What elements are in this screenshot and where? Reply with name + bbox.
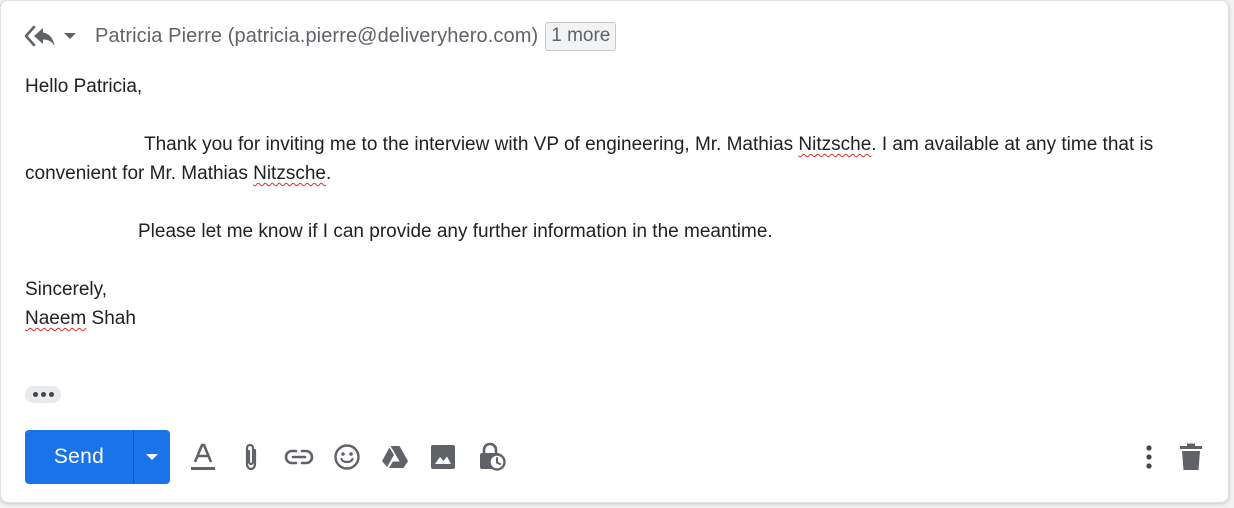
signature: Naeem Shah (25, 304, 1205, 333)
misspelled-word[interactable]: Naeem (25, 308, 86, 329)
signature-text: Shah (86, 308, 136, 329)
emoji-icon[interactable] (331, 441, 363, 473)
body-paragraph: Please let me know if I can provide any … (138, 221, 773, 242)
greeting: Hello Patricia, (25, 76, 143, 97)
confidential-mode-icon[interactable] (475, 441, 507, 473)
send-button[interactable]: Send (25, 430, 133, 484)
body-paragraph: Thank you for inviting me to the intervi… (25, 130, 1205, 188)
send-divider (133, 430, 134, 484)
compose-header: Patricia Pierre (patricia.pierre@deliver… (23, 20, 617, 52)
body-text: . (325, 163, 332, 184)
misspelled-word[interactable]: Nitzsche (798, 134, 871, 155)
reply-all-icon (23, 21, 57, 51)
send-options-button[interactable] (134, 430, 170, 484)
compose-toolbar: Send (25, 430, 1213, 484)
photo-icon[interactable] (427, 441, 459, 473)
more-recipients-chip[interactable]: 1 more (545, 21, 617, 51)
closing: Sincerely, (25, 279, 108, 300)
compose-window: Patricia Pierre (patricia.pierre@deliver… (0, 0, 1229, 503)
drive-icon[interactable] (379, 441, 411, 473)
attach-icon[interactable] (235, 441, 267, 473)
send-button-group: Send (25, 430, 170, 484)
caret-down-icon (145, 448, 159, 466)
show-trimmed-content-button[interactable] (25, 386, 61, 403)
link-icon[interactable] (283, 441, 315, 473)
dot (32, 392, 38, 397)
reply-type-button[interactable] (23, 21, 77, 51)
delete-icon[interactable] (1175, 441, 1207, 473)
chevron-down-icon (63, 31, 77, 41)
misspelled-word[interactable]: Nitzsche (253, 163, 326, 184)
more-options-icon[interactable] (1133, 441, 1165, 473)
message-body[interactable]: Hello Patricia, Thank you for inviting m… (25, 72, 1205, 333)
body-text: Thank you for inviting me to the intervi… (144, 134, 799, 155)
recipient-address[interactable]: Patricia Pierre (patricia.pierre@deliver… (95, 25, 538, 48)
dot (40, 392, 46, 397)
dot (48, 392, 54, 397)
formatting-icon[interactable] (187, 441, 219, 473)
